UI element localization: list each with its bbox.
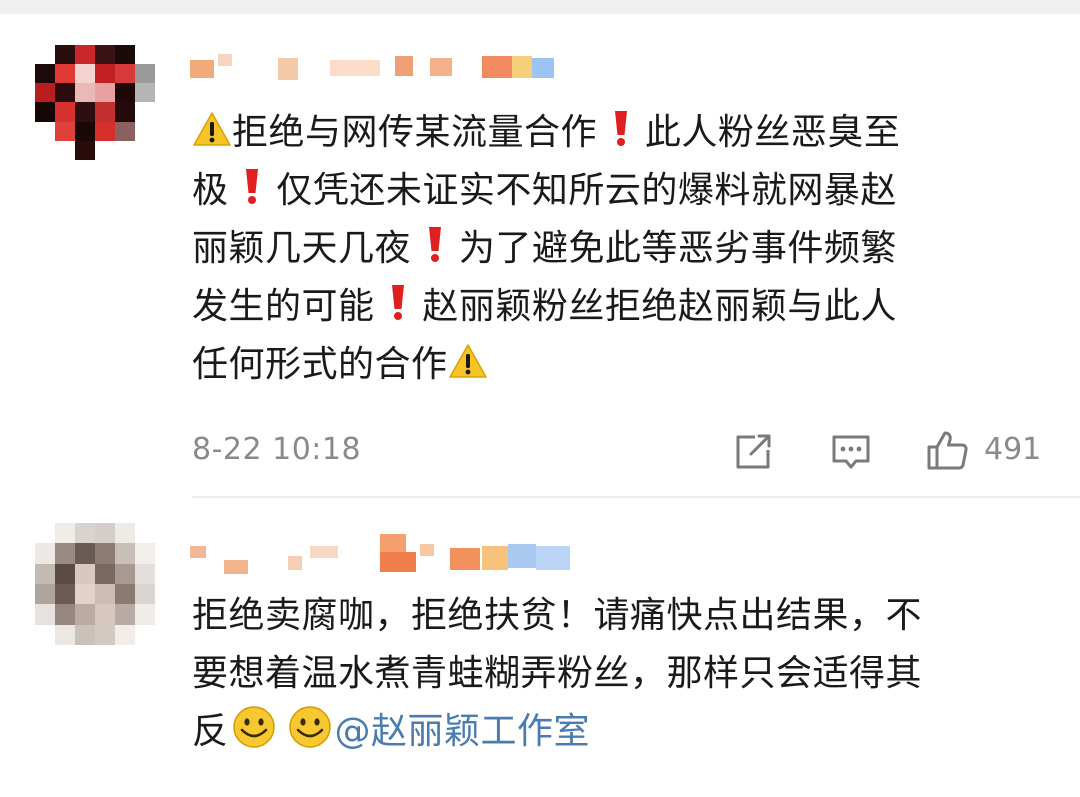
- text-line: 发生的可能: [192, 286, 375, 327]
- text-line: 任何形式的合作: [192, 344, 448, 385]
- text-line: 拒绝卖腐咖，拒绝扶贫！请痛快点出结果，不: [192, 595, 923, 636]
- nickname-blur: [190, 534, 580, 576]
- mention-link[interactable]: @赵丽颖工作室: [335, 711, 591, 752]
- exclamation-icon: [392, 285, 405, 320]
- comment-icon[interactable]: [830, 432, 872, 472]
- text-line: 极: [192, 170, 229, 211]
- warning-icon: [448, 344, 487, 378]
- text-line: 要想着温水煮青蛙糊弄粉丝，那样只会适得其: [192, 653, 923, 694]
- text-line: 此人粉丝恶臭至: [644, 112, 901, 153]
- exclamation-icon: [246, 169, 259, 204]
- text-line: 拒绝与网传某流量合作: [232, 112, 598, 153]
- text-line: 反: [192, 711, 229, 752]
- smile-emoji-icon: [232, 706, 275, 748]
- text-line: 仅凭还未证实不知所云的爆料就网暴赵: [276, 170, 897, 211]
- smile-emoji-icon: [288, 706, 331, 748]
- exclamation-icon: [614, 111, 627, 146]
- avatar[interactable]: [35, 523, 155, 645]
- share-icon[interactable]: [733, 432, 775, 472]
- nickname-blur: [190, 52, 570, 82]
- comment-text: 拒绝与网传某流量合作 此人粉丝恶臭至 极 仅凭还未证实不知所云的爆料就网暴赵 丽…: [192, 104, 1052, 394]
- text-line: 丽颖几天几夜: [192, 228, 412, 269]
- comment-text: 拒绝卖腐咖，拒绝扶贫！请痛快点出结果，不 要想着温水煮青蛙糊弄粉丝，那样只会适得…: [192, 587, 1052, 761]
- comment-timestamp: 8-22 10:18: [192, 432, 362, 467]
- like-count: 491: [984, 432, 1042, 467]
- divider: [192, 496, 1080, 498]
- text-line: 为了避免此等恶劣事件频繁: [458, 228, 897, 269]
- avatar[interactable]: [35, 45, 155, 160]
- top-bar: [0, 0, 1080, 14]
- warning-icon: [193, 112, 231, 146]
- text-line: 赵丽颖粉丝拒绝赵丽颖与此人: [422, 286, 897, 327]
- thumbs-up-icon[interactable]: [925, 428, 969, 472]
- exclamation-icon: [428, 227, 441, 262]
